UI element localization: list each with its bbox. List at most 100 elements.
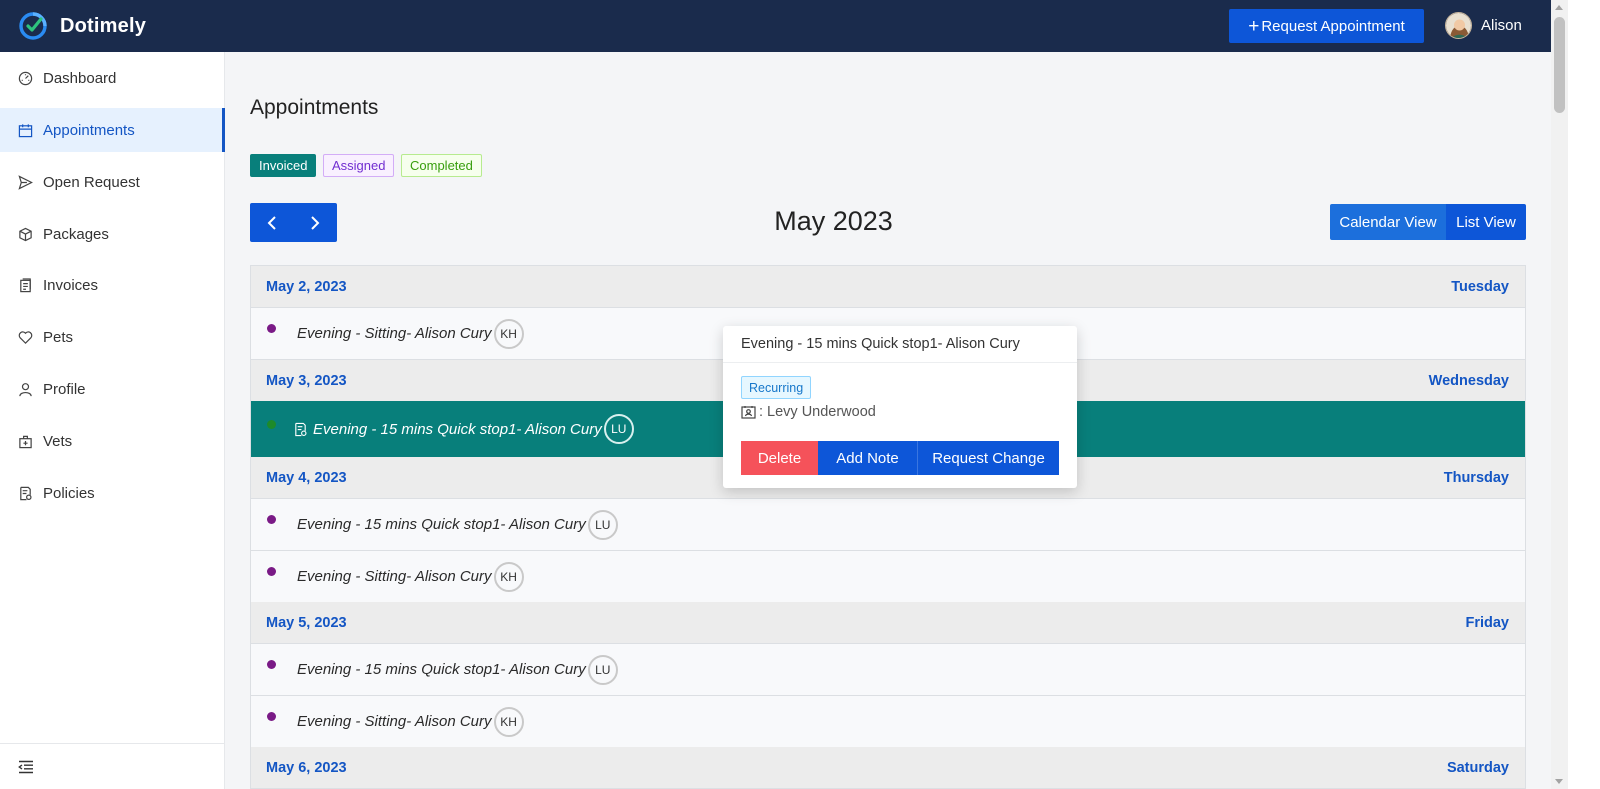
dashboard-icon [17, 70, 33, 86]
popover-title: Evening - 15 mins Quick stop1- Alison Cu… [723, 326, 1077, 363]
staff-badge: KH [493, 706, 524, 737]
chevron-right-icon [311, 215, 320, 230]
appointment-title: Evening - 15 mins Quick stop1- Alison Cu… [297, 516, 586, 533]
day-date: May 2, 2023 [266, 278, 347, 295]
app-name: Dotimely [60, 14, 147, 37]
send-icon [17, 174, 33, 190]
day-date: May 4, 2023 [266, 469, 347, 486]
sidebar-item-pets[interactable]: Pets [0, 315, 225, 359]
request-change-button[interactable]: Request Change [917, 441, 1059, 475]
day-date: May 6, 2023 [266, 759, 347, 776]
legend-invoiced: Invoiced [250, 154, 317, 177]
appointment-title: Evening - Sitting- Alison Cury [297, 568, 492, 585]
calendar-icon [17, 122, 33, 138]
medical-bag-icon [17, 433, 33, 449]
scroll-up-icon[interactable] [1555, 5, 1563, 10]
day-date: May 3, 2023 [266, 372, 347, 389]
sidebar-collapse-button[interactable] [0, 743, 225, 789]
staff-name: Levy Underwood [767, 404, 876, 420]
package-icon [17, 226, 33, 242]
staff-id-icon [741, 406, 756, 419]
popover-actions: Delete Add Note Request Change [741, 441, 1059, 475]
page-title: Appointments [250, 96, 379, 119]
staff-badge: LU [603, 414, 634, 444]
day-header: May 2, 2023 Tuesday [251, 266, 1525, 308]
day-header: May 6, 2023 Saturday [251, 747, 1525, 789]
user-menu[interactable]: Alison [1445, 12, 1522, 39]
brand[interactable]: Dotimely [17, 10, 146, 42]
invoice-icon [17, 277, 33, 293]
recurring-tag: Recurring [741, 376, 812, 399]
legend-completed: Completed [401, 154, 482, 177]
calendar-view-button[interactable]: Calendar View [1330, 204, 1446, 240]
appointment-row[interactable]: Evening - Sitting- Alison Cury KH [251, 696, 1525, 748]
appointment-row[interactable]: Evening - Sitting- Alison Cury KH [251, 551, 1525, 603]
top-bar: Dotimely + Request Appointment Alison [0, 0, 1568, 52]
month-nav [250, 203, 337, 242]
user-name: Alison [1481, 17, 1522, 34]
month-title: May 2023 [774, 206, 893, 236]
plus-icon: + [1248, 15, 1260, 37]
logo-icon [19, 12, 47, 40]
sidebar-item-appointments[interactable]: Appointments [0, 108, 225, 152]
day-weekday: Tuesday [1451, 278, 1509, 295]
next-month-button[interactable] [294, 203, 338, 242]
status-dot [267, 712, 276, 721]
staff-badge: LU [587, 654, 618, 685]
list-view-button[interactable]: List View [1446, 204, 1526, 240]
day-weekday: Saturday [1446, 759, 1509, 776]
policy-icon [17, 485, 33, 501]
sidebar-item-packages[interactable]: Packages [0, 212, 225, 256]
day-date: May 5, 2023 [266, 614, 347, 631]
sidebar-item-label: Vets [43, 432, 73, 450]
sidebar-item-open-request[interactable]: Open Request [0, 160, 225, 204]
avatar [1445, 12, 1472, 39]
scroll-thumb[interactable] [1554, 17, 1565, 113]
day-weekday: Wednesday [1428, 372, 1509, 389]
sidebar-item-invoices[interactable]: Invoices [0, 263, 225, 307]
sidebar-item-label: Profile [43, 380, 86, 398]
sidebar-item-label: Invoices [43, 276, 99, 294]
day-weekday: Friday [1465, 614, 1509, 631]
add-note-button[interactable]: Add Note [818, 441, 917, 475]
day-weekday: Thursday [1443, 469, 1509, 486]
sidebar: Dashboard Appointments Open Request Pack… [0, 52, 225, 789]
sidebar-item-dashboard[interactable]: Dashboard [0, 56, 225, 100]
appointment-title: Evening - 15 mins Quick stop1- Alison Cu… [297, 661, 586, 678]
user-icon [17, 381, 33, 397]
delete-button[interactable]: Delete [741, 441, 818, 475]
sidebar-item-vets[interactable]: Vets [0, 419, 225, 463]
recurring-note-icon [293, 422, 308, 437]
staff-badge: LU [587, 509, 618, 540]
appointment-title: Evening - Sitting- Alison Cury [297, 325, 492, 342]
status-dot [267, 419, 276, 429]
page-scrollbar[interactable] [1551, 0, 1568, 789]
appointment-title: Evening - Sitting- Alison Cury [297, 713, 492, 730]
status-dot [267, 567, 276, 576]
staff-badge: KH [493, 318, 524, 349]
assigned-staff: : Levy Underwood [741, 404, 876, 420]
day-header: May 5, 2023 Friday [251, 602, 1525, 644]
appointment-row[interactable]: Evening - 15 mins Quick stop1- Alison Cu… [251, 644, 1525, 696]
appointment-row[interactable]: Evening - 15 mins Quick stop1- Alison Cu… [251, 499, 1525, 551]
scroll-down-icon[interactable] [1555, 779, 1563, 784]
status-dot [267, 660, 276, 669]
chevron-left-icon [267, 215, 276, 230]
sidebar-item-label: Packages [43, 225, 109, 243]
sidebar-item-profile[interactable]: Profile [0, 367, 225, 411]
sidebar-item-label: Pets [43, 328, 74, 346]
status-dot [267, 324, 276, 333]
request-appointment-label: Request Appointment [1261, 17, 1405, 35]
status-dot [267, 515, 276, 524]
sidebar-item-label: Open Request [43, 173, 140, 191]
sidebar-item-policies[interactable]: Policies [0, 471, 225, 515]
sidebar-item-label: Appointments [43, 121, 135, 139]
appointment-title: Evening - 15 mins Quick stop1- Alison Cu… [313, 420, 602, 438]
legend-assigned: Assigned [323, 154, 395, 177]
request-appointment-button[interactable]: + Request Appointment [1229, 9, 1424, 43]
staff-badge: KH [493, 561, 524, 592]
view-toggle: Calendar View List View [1330, 204, 1526, 240]
prev-month-button[interactable] [250, 203, 294, 242]
window-edge [1568, 0, 1600, 789]
sidebar-item-label: Policies [43, 484, 95, 502]
